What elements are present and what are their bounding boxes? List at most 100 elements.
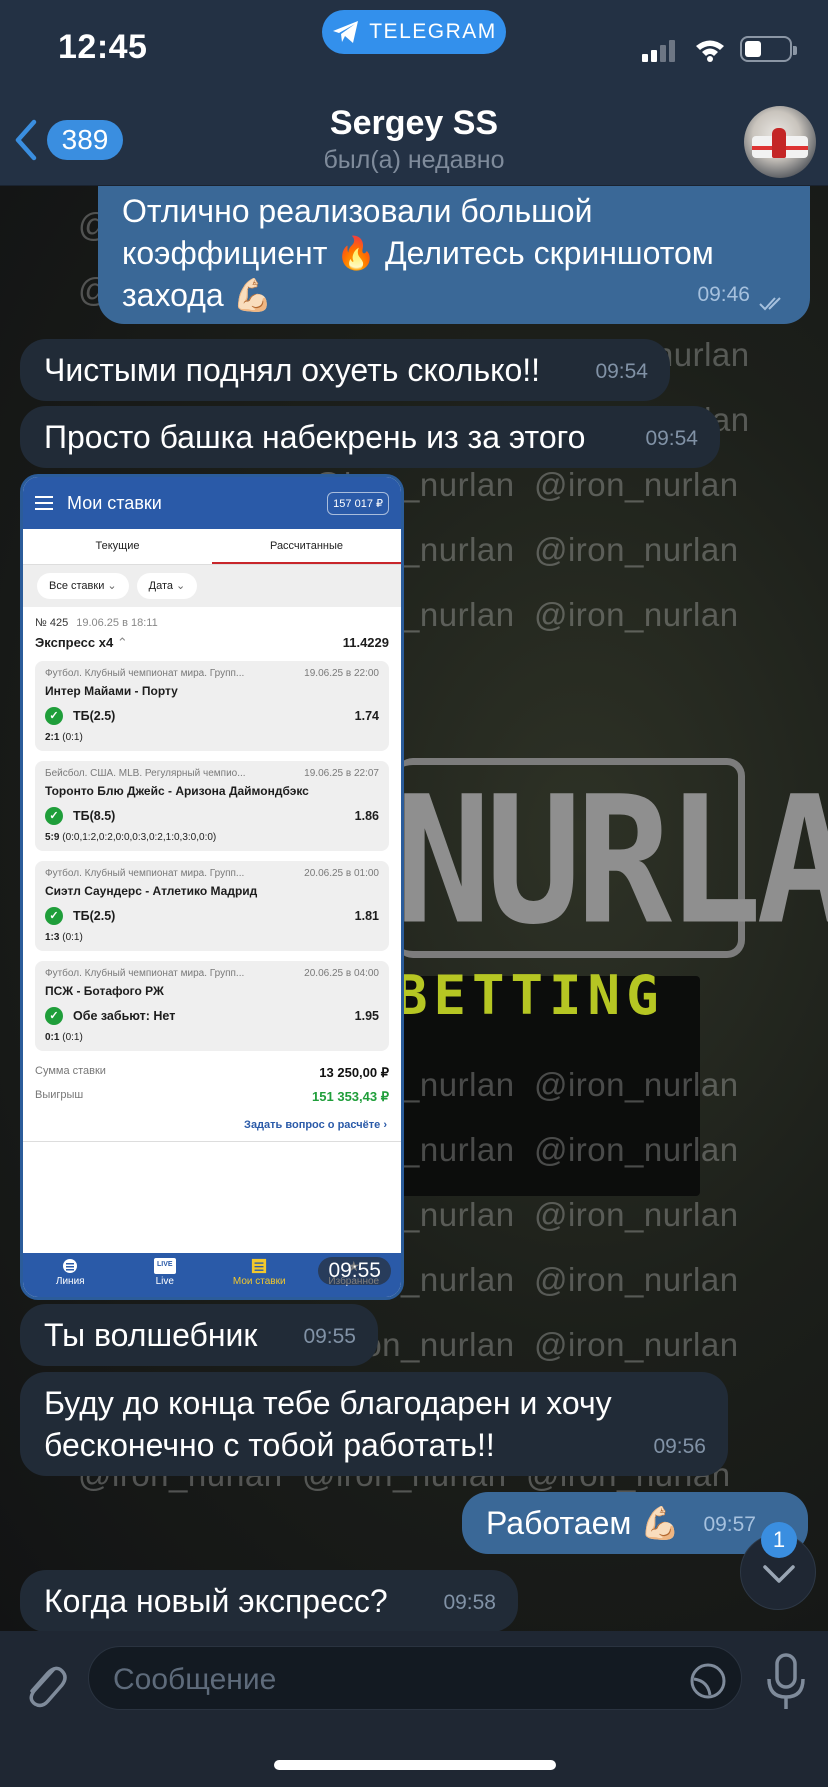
check-icon: ✓	[45, 707, 63, 725]
status-time: 12:45	[58, 28, 148, 66]
home-indicator	[274, 1760, 556, 1770]
photo-message[interactable]: Мои ставки 157 017 ₽ Текущие Рассчитанны…	[20, 474, 404, 1300]
chat-status: был(а) недавно	[323, 146, 505, 174]
check-icon: ✓	[45, 907, 63, 925]
message-input[interactable]: Сообщение	[88, 1646, 742, 1710]
read-checkmarks-icon	[759, 297, 781, 311]
nav-live: LIVE Live	[118, 1253, 213, 1297]
event-date: 19.06.25 в 22:00	[304, 668, 379, 679]
message-text: Отлично реализовали большой коэффициент …	[122, 193, 714, 313]
event-teams: Торонто Блю Джейс - Аризона Даймондбэкс	[45, 784, 309, 798]
event-score: 1:3	[45, 932, 60, 943]
event-score-detail: (0:1)	[62, 732, 83, 743]
event-score: 2:1	[45, 732, 60, 743]
message-bubble-incoming[interactable]: Ты волшебник 09:55	[20, 1304, 378, 1366]
chat-header: 12:45 TELEGRAM 389 Sergey SS был(а) неда…	[0, 0, 828, 186]
message-time: 09:46	[697, 283, 750, 306]
battery-icon	[740, 36, 797, 62]
watermark-row: @iron_nurlan @iron_nurlan	[310, 1326, 739, 1363]
message-time: 09:54	[645, 427, 698, 450]
check-icon: ✓	[45, 807, 63, 825]
line-icon	[63, 1259, 78, 1273]
filter-date: Дата	[136, 573, 198, 599]
event-odd: 1.74	[354, 709, 379, 723]
check-icon: ✓	[45, 1007, 63, 1025]
event-league: Футбол. Клубный чемпионат мира. Групп...	[45, 968, 245, 979]
stake-value: 13 250,00 ₽	[319, 1065, 389, 1080]
photo-time: 09:55	[318, 1257, 391, 1285]
win-value: 151 353,43 ₽	[312, 1089, 389, 1104]
tab-current: Текущие	[95, 540, 140, 552]
event-odd: 1.95	[354, 1009, 379, 1023]
message-bubble-incoming[interactable]: Чистыми поднял охуеть сколько!! 09:54	[20, 339, 670, 401]
logo-subtext: BETTING	[395, 964, 665, 1027]
message-time: 09:54	[595, 360, 648, 383]
event-bet: ТБ(2.5)	[73, 909, 116, 923]
event-date: 20.06.25 в 01:00	[304, 868, 379, 879]
message-text: Просто башка набекрень из за этого	[44, 419, 586, 455]
signal-icon	[642, 40, 675, 62]
event-score-detail: (0:1)	[62, 1032, 83, 1043]
event-score-detail: (0:1)	[62, 932, 83, 943]
chevron-right-icon: ›	[383, 1119, 387, 1131]
event-teams: Сиэтл Саундерс - Атлетико Мадрид	[45, 884, 258, 898]
filter-all-bets: Все ставки	[37, 573, 129, 599]
paperclip-icon[interactable]	[20, 1655, 68, 1711]
message-time: 09:55	[303, 1325, 356, 1348]
event-odd: 1.86	[354, 809, 379, 823]
chat-title[interactable]: Sergey SS	[0, 104, 828, 143]
balance-badge: 157 017 ₽	[327, 491, 389, 515]
event-score: 0:1	[45, 1032, 60, 1043]
my-bets-icon	[252, 1258, 267, 1274]
tab-settled: Рассчитанные	[212, 529, 401, 564]
avatar[interactable]	[744, 106, 816, 178]
nav-my-bets: Мои ставки	[212, 1253, 307, 1297]
message-text: Буду до конца тебе благодарен и хочу бес…	[44, 1385, 612, 1463]
event-date: 20.06.25 в 04:00	[304, 968, 379, 979]
chevron-up-icon: ⌃	[116, 635, 128, 650]
win-label: Выигрыш	[35, 1089, 84, 1101]
microphone-icon[interactable]	[764, 1651, 808, 1713]
event-card: Футбол. Клубный чемпионат мира. Групп...…	[35, 661, 389, 751]
bet-number: № 425	[35, 617, 69, 629]
telegram-pill-label: TELEGRAM	[369, 20, 497, 43]
event-bet: Обе забьют: Нет	[73, 1009, 176, 1023]
event-date: 19.06.25 в 22:07	[304, 768, 379, 779]
express-row: Экспресс х4 ⌃ 11.4229	[23, 629, 401, 657]
express-odds: 11.4229	[342, 635, 389, 650]
message-bubble-incoming[interactable]: Буду до конца тебе благодарен и хочу бес…	[20, 1372, 728, 1476]
stake-label: Сумма ставки	[35, 1065, 106, 1077]
telegram-pill[interactable]: TELEGRAM	[322, 10, 506, 54]
message-bubble-incoming[interactable]: Когда новый экспресс? 09:58	[20, 1570, 518, 1632]
message-time: 09:56	[653, 1435, 706, 1458]
message-text: Чистыми поднял охуеть сколько!!	[44, 352, 541, 388]
event-bet: ТБ(2.5)	[73, 709, 116, 723]
ask-question-link: Задать вопрос о расчёте ›	[23, 1109, 401, 1142]
bet-app-title: Мои ставки	[67, 492, 162, 513]
event-card: Футбол. Клубный чемпионат мира. Групп...…	[35, 961, 389, 1051]
message-bubble-outgoing[interactable]: Отлично реализовали большой коэффициент …	[98, 186, 810, 324]
message-input-placeholder: Сообщение	[113, 1663, 277, 1696]
nav-line: Линия	[23, 1253, 118, 1297]
wifi-icon	[696, 40, 724, 62]
event-card: Футбол. Клубный чемпионат мира. Групп...…	[35, 861, 389, 951]
event-card: Бейсбол. США. MLB. Регулярный чемпио... 1…	[35, 761, 389, 851]
live-icon: LIVE	[153, 1258, 176, 1274]
event-teams: Интер Майами - Порту	[45, 684, 178, 698]
sticker-icon[interactable]	[688, 1661, 728, 1701]
unread-badge: 1	[761, 1522, 797, 1558]
express-label: Экспресс х4	[35, 635, 114, 650]
telegram-icon	[333, 21, 359, 43]
event-score: 5:9	[45, 832, 60, 843]
message-time: 09:58	[443, 1591, 496, 1614]
message-text: Когда новый экспресс?	[44, 1583, 388, 1619]
message-bubble-incoming[interactable]: Просто башка набекрень из за этого 09:54	[20, 406, 720, 468]
logo-text: NURLAN	[395, 757, 828, 964]
event-league: Бейсбол. США. MLB. Регулярный чемпио...	[45, 768, 246, 779]
bet-date: 19.06.25 в 18:11	[76, 617, 158, 629]
bet-meta: № 425 19.06.25 в 18:11	[23, 607, 401, 629]
event-league: Футбол. Клубный чемпионат мира. Групп...	[45, 868, 245, 879]
event-score-detail: (0:0,1:2,0:2,0:0,0:3,0:2,1:0,3:0,0:0)	[62, 832, 217, 843]
menu-icon	[35, 496, 53, 510]
stake-row: Сумма ставки 13 250,00 ₽	[23, 1061, 401, 1085]
